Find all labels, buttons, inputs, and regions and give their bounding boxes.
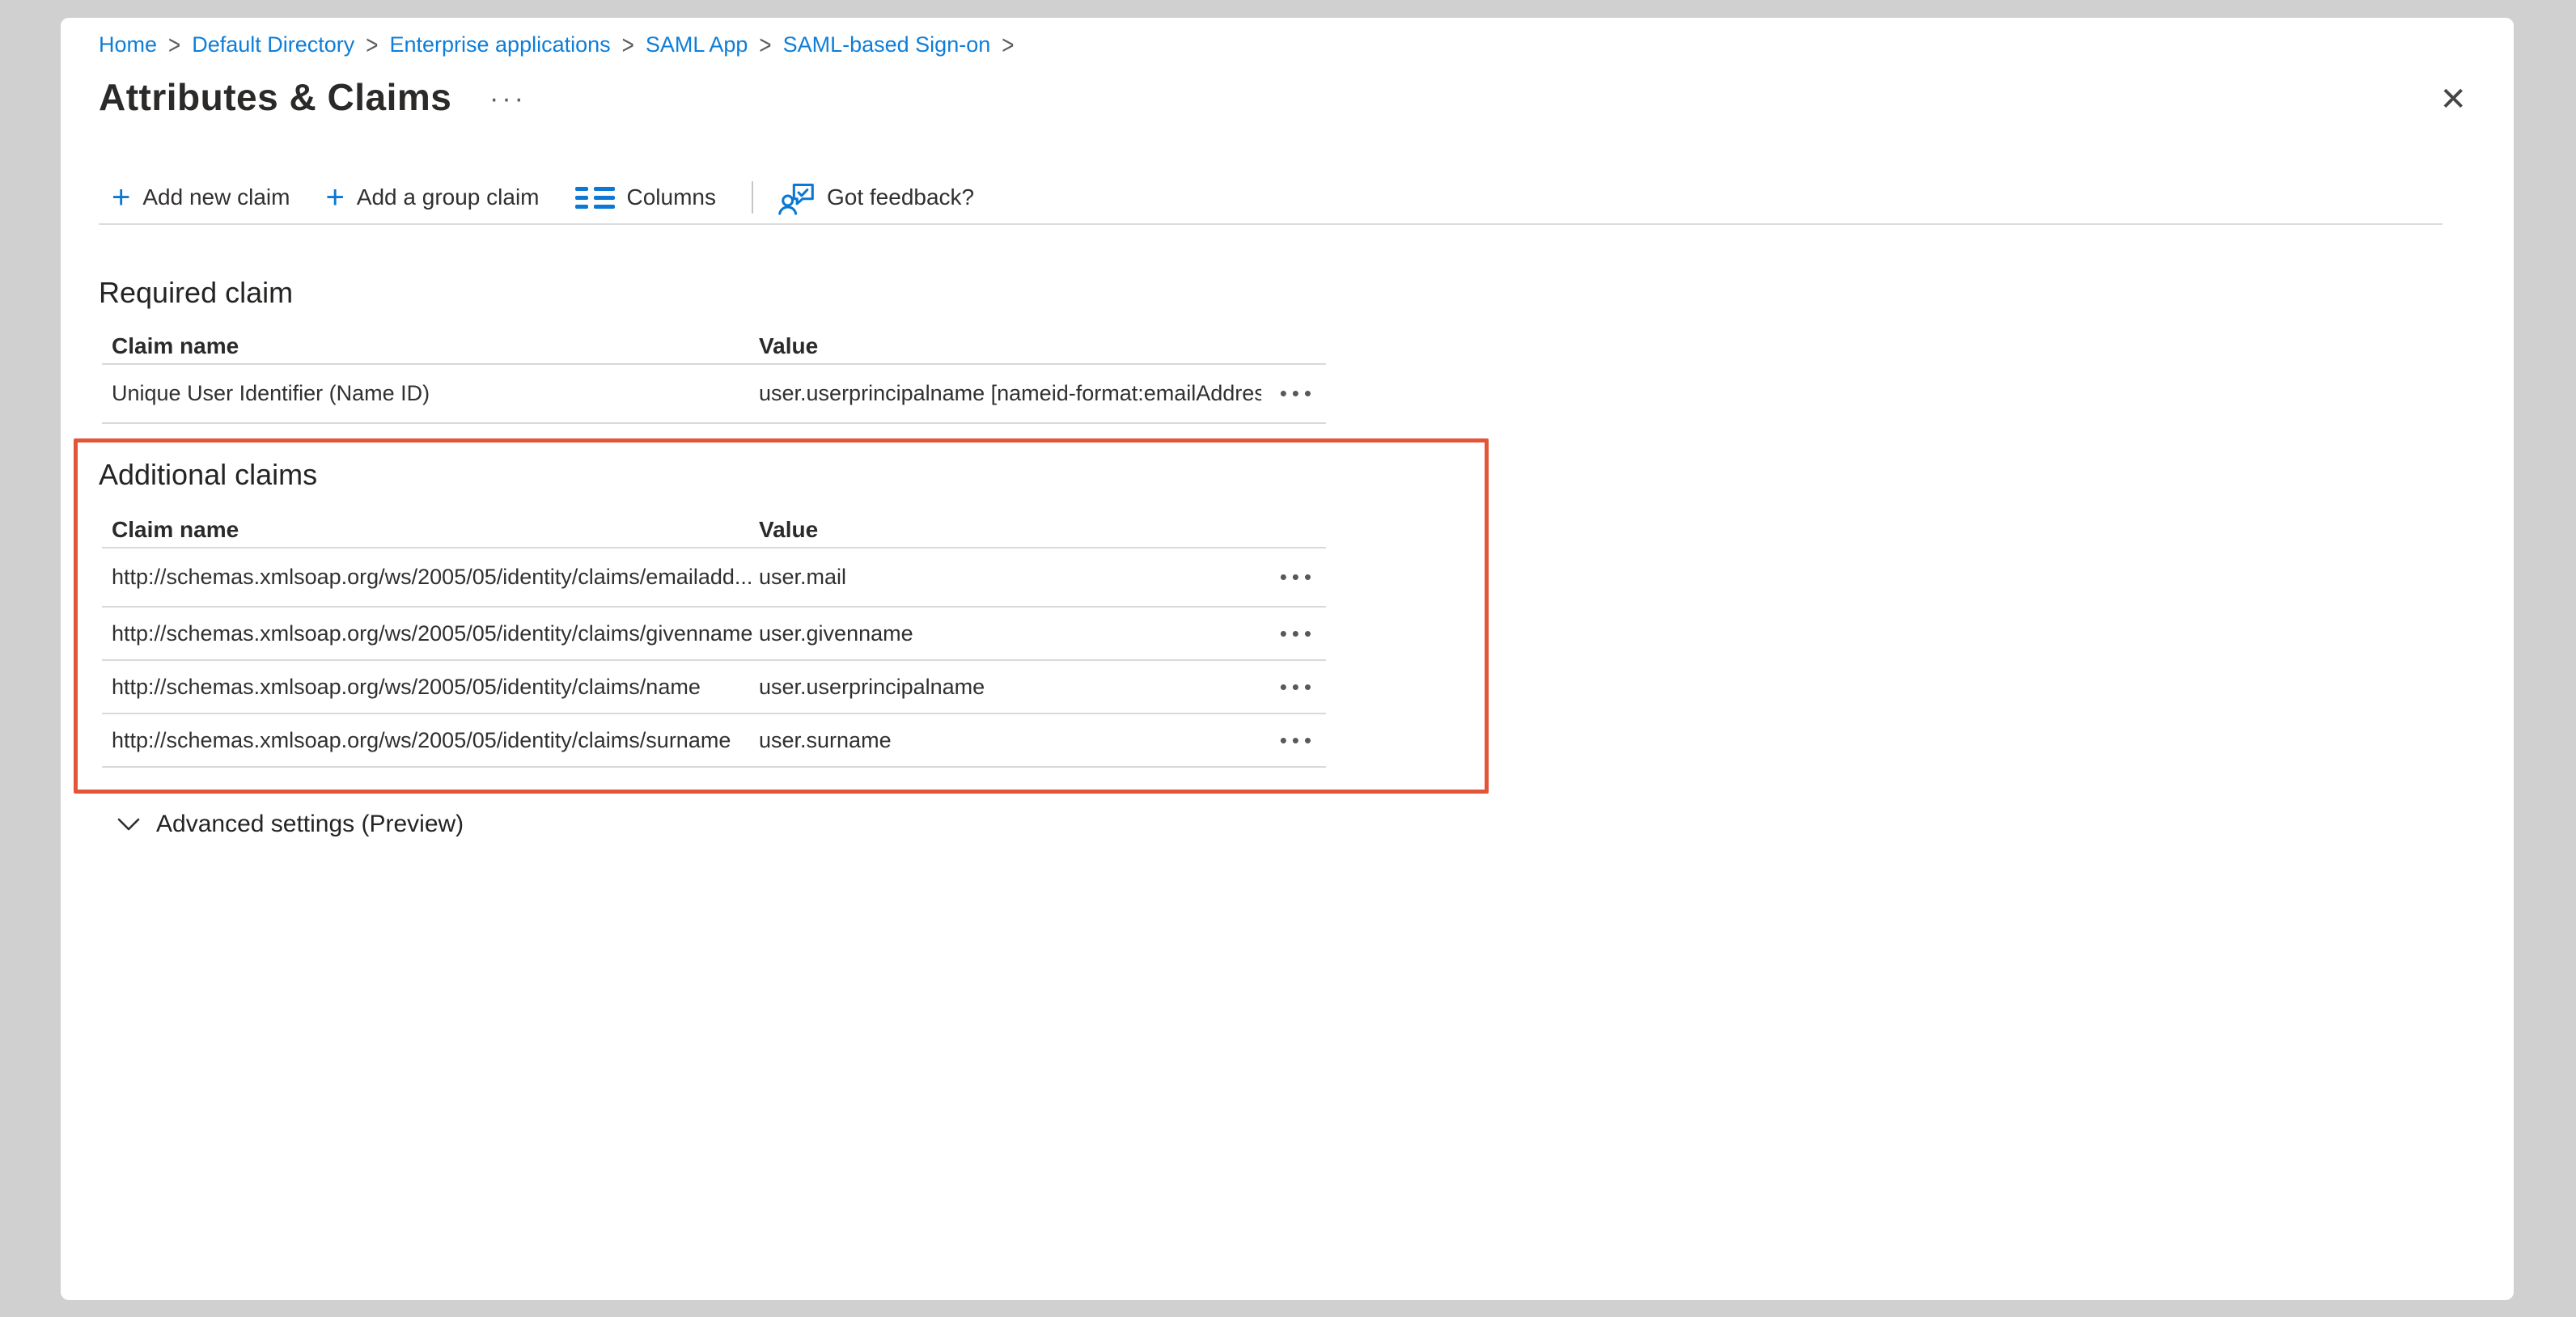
breadcrumb-separator-icon: > (622, 28, 634, 62)
claim-name-cell: http://schemas.xmlsoap.org/ws/2005/05/id… (102, 621, 759, 646)
breadcrumb-separator-icon: > (168, 28, 180, 62)
breadcrumb-link-saml-based-sign-on[interactable]: SAML-based Sign-on (783, 31, 991, 58)
claim-value-cell: user.givenname (759, 621, 1261, 646)
chevron-down-icon (117, 816, 141, 832)
got-feedback-button[interactable]: Got feedback? (777, 180, 974, 215)
columns-button[interactable]: Columns (575, 184, 716, 210)
table-row[interactable]: http://schemas.xmlsoap.org/ws/2005/05/id… (102, 608, 1326, 661)
attributes-claims-panel: Home > Default Directory > Enterprise ap… (61, 18, 2514, 1300)
additional-claims-heading: Additional claims (99, 457, 317, 493)
feedback-icon (777, 180, 815, 215)
plus-icon: + (112, 183, 130, 212)
breadcrumb-link-home[interactable]: Home (99, 31, 157, 58)
required-claims-table: Claim name Value Unique User Identifier … (102, 329, 1326, 424)
row-menu-icon[interactable]: ••• (1280, 623, 1316, 644)
table-row[interactable]: http://schemas.xmlsoap.org/ws/2005/05/id… (102, 661, 1326, 714)
table-row[interactable]: http://schemas.xmlsoap.org/ws/2005/05/id… (102, 548, 1326, 608)
breadcrumb-link-enterprise-applications[interactable]: Enterprise applications (389, 31, 610, 58)
breadcrumb-separator-icon: > (366, 28, 378, 62)
breadcrumb-link-default-directory[interactable]: Default Directory (192, 31, 354, 58)
advanced-settings-toggle[interactable]: Advanced settings (Preview) (117, 807, 464, 842)
columns-label: Columns (627, 184, 716, 210)
command-bar: + Add new claim + Add a group claim Colu… (99, 172, 2443, 225)
columns-icon (575, 187, 615, 209)
table-row[interactable]: Unique User Identifier (Name ID) user.us… (102, 365, 1326, 424)
add-new-claim-button[interactable]: + Add new claim (112, 183, 290, 212)
claim-name-column-header: Claim name (102, 517, 759, 543)
claim-name-cell: http://schemas.xmlsoap.org/ws/2005/05/id… (102, 728, 759, 753)
claim-name-cell: http://schemas.xmlsoap.org/ws/2005/05/id… (102, 565, 759, 590)
add-group-claim-button[interactable]: + Add a group claim (325, 183, 539, 212)
add-new-claim-label: Add new claim (142, 184, 290, 210)
table-row[interactable]: http://schemas.xmlsoap.org/ws/2005/05/id… (102, 714, 1326, 768)
value-column-header: Value (759, 333, 1261, 359)
row-menu-icon[interactable]: ••• (1280, 730, 1316, 751)
required-claim-heading: Required claim (99, 275, 293, 311)
breadcrumb-separator-icon: > (1002, 28, 1014, 62)
claim-name-cell: Unique User Identifier (Name ID) (102, 381, 759, 406)
claim-value-cell: user.mail (759, 565, 1261, 590)
page-title: Attributes & Claims (99, 76, 451, 118)
row-menu-icon[interactable]: ••• (1280, 383, 1316, 404)
claim-name-column-header: Claim name (102, 333, 759, 359)
close-icon[interactable]: ✕ (2439, 81, 2467, 118)
breadcrumb: Home > Default Directory > Enterprise ap… (99, 31, 1025, 58)
table-header-row: Claim name Value (102, 513, 1326, 548)
row-menu-icon[interactable]: ••• (1280, 566, 1316, 587)
breadcrumb-separator-icon: > (759, 28, 771, 62)
claim-value-cell: user.userprincipalname [nameid-format:em… (759, 381, 1261, 406)
claim-value-cell: user.userprincipalname (759, 675, 1261, 700)
table-header-row: Claim name Value (102, 329, 1326, 365)
add-group-claim-label: Add a group claim (357, 184, 540, 210)
additional-claims-table: Claim name Value http://schemas.xmlsoap.… (102, 513, 1326, 768)
row-menu-icon[interactable]: ••• (1280, 676, 1316, 697)
got-feedback-label: Got feedback? (827, 184, 974, 210)
value-column-header: Value (759, 517, 1261, 543)
breadcrumb-link-saml-app[interactable]: SAML App (646, 31, 748, 58)
claim-name-cell: http://schemas.xmlsoap.org/ws/2005/05/id… (102, 675, 759, 700)
plus-icon: + (325, 183, 344, 212)
title-more-menu-icon[interactable]: ··· (489, 78, 527, 120)
advanced-settings-label: Advanced settings (Preview) (156, 807, 464, 842)
claim-value-cell: user.surname (759, 728, 1261, 753)
toolbar-divider (752, 181, 753, 214)
